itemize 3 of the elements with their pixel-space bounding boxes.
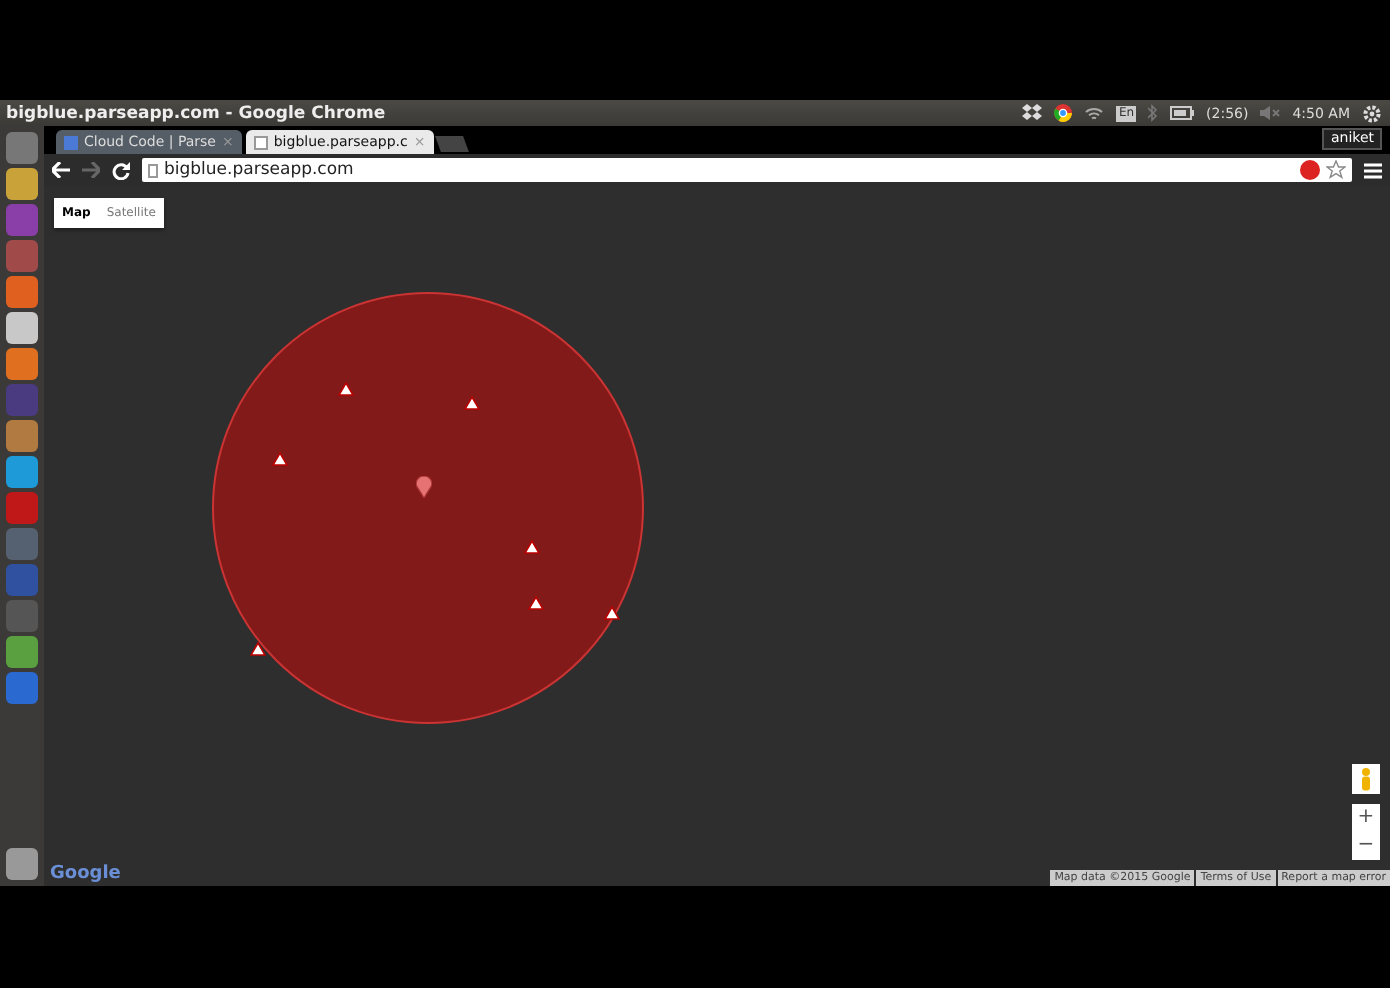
window-title: bigblue.parseapp.com - Google Chrome <box>6 103 386 123</box>
address-bar[interactable]: bigblue.parseapp.com <box>142 158 1352 182</box>
map-logo: Google <box>50 864 121 884</box>
